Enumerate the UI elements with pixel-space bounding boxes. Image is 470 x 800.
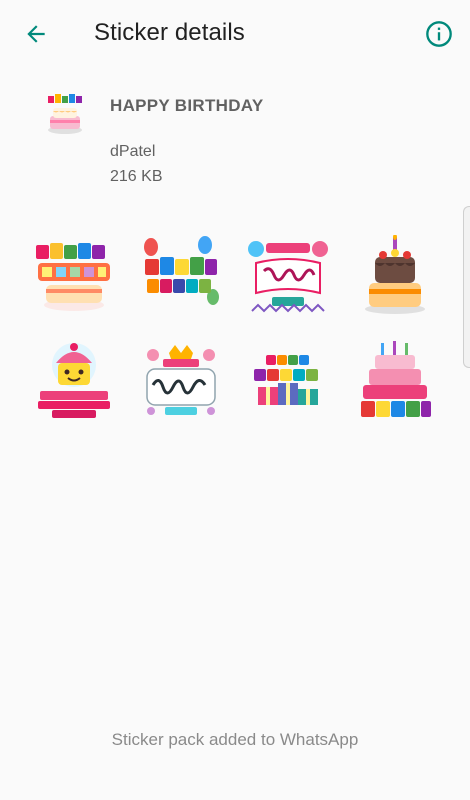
sticker-item[interactable]	[234, 222, 341, 328]
back-button[interactable]	[18, 16, 54, 52]
page-title: Sticker details	[94, 19, 245, 46]
happy-birthday-cake-sticker	[35, 243, 110, 311]
chocolate-cake-sticker	[364, 235, 425, 314]
cupcake-happy-birthday-to-you-sticker	[37, 343, 110, 418]
pink-cake-happy-birthday-sticker	[360, 341, 431, 417]
sticker-details-screen: Sticker details HAPPY BIRTHDAY dPatel 21…	[0, 0, 470, 800]
sticker-item[interactable]	[127, 328, 234, 434]
sticker-item[interactable]	[234, 328, 341, 434]
birthday-to-you-banner-sticker	[247, 241, 328, 313]
sticker-item[interactable]	[127, 222, 234, 328]
sticker-item[interactable]	[341, 328, 448, 434]
pack-header: HAPPY BIRTHDAY dPatel 216 KB	[0, 86, 470, 196]
pack-size: 216 KB	[110, 168, 163, 185]
sticker-grid	[20, 222, 450, 434]
toolbar: Sticker details	[0, 0, 470, 68]
info-button[interactable]	[422, 17, 456, 51]
pack-name: HAPPY BIRTHDAY	[110, 96, 264, 115]
sticker-item[interactable]	[20, 222, 127, 328]
scrollbar[interactable]	[463, 206, 470, 368]
sticker-item[interactable]	[20, 328, 127, 434]
info-circle-icon	[426, 21, 452, 47]
pack-publisher: dPatel	[110, 143, 156, 160]
sticker-item[interactable]	[341, 222, 448, 328]
birthday-cake-icon	[42, 92, 88, 138]
birthday-crown-badge-sticker	[145, 345, 216, 415]
happy-birthday-balloons-sticker	[143, 236, 219, 305]
status-text: Sticker pack added to WhatsApp	[111, 730, 359, 749]
arrow-left-icon	[27, 25, 45, 43]
happy-birthday-gifts-sticker	[253, 355, 318, 405]
